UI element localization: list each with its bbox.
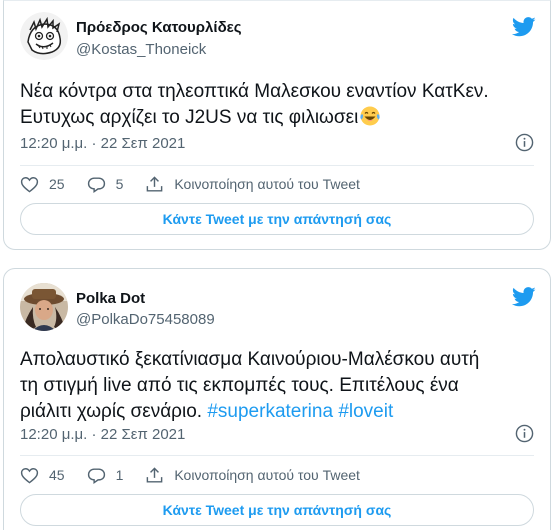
reply-count: 1 bbox=[115, 467, 124, 483]
reply-count: 5 bbox=[115, 176, 124, 192]
tweet-text-line: ριάλιτι χωρίς σενάριο. #superkaterina #l… bbox=[20, 399, 540, 425]
divider bbox=[20, 165, 534, 166]
cartoon-avatar-image bbox=[20, 12, 68, 60]
photo-avatar-image bbox=[20, 283, 68, 331]
share-label: Κοινοποίηση αυτού του Tweet bbox=[174, 176, 360, 192]
reply-count-button[interactable]: 1 bbox=[87, 466, 124, 485]
tweet-text: Νέα κόντρα στα τηλεοπτικά Μαλεσκου εναντ… bbox=[20, 79, 540, 131]
heart-icon bbox=[20, 176, 39, 193]
author-handle[interactable]: @Kostas_Thoneick bbox=[76, 41, 206, 58]
share-icon bbox=[147, 175, 163, 192]
reply-tweet-button[interactable]: Κάντε Tweet με την απάντησή σας bbox=[20, 494, 534, 526]
like-count: 25 bbox=[49, 176, 65, 192]
tweet-card[interactable]: Polka Dot @PolkaDo75458089 Απολαυστικό ξ… bbox=[3, 268, 551, 530]
timestamp[interactable]: 12:20 μ.μ. · 22 Σεπ 2021 bbox=[20, 426, 185, 443]
twitter-bird-icon[interactable] bbox=[512, 287, 536, 307]
reply-bubble-icon bbox=[87, 176, 105, 193]
heart-icon bbox=[20, 467, 39, 484]
reply-tweet-button[interactable]: Κάντε Tweet με την απάντησή σας bbox=[20, 203, 534, 235]
avatar[interactable] bbox=[20, 12, 68, 60]
like-button[interactable]: 25 bbox=[20, 175, 65, 194]
avatar[interactable] bbox=[20, 283, 68, 331]
like-count: 45 bbox=[49, 467, 65, 483]
tweet-text-line: Απολαυστικό ξεκατίνιασμα Καινούριου-Μαλέ… bbox=[20, 349, 480, 370]
reply-bubble-icon bbox=[87, 467, 105, 484]
tweet-text-line: τη στιγμή live από τις εκπομπές τους. Επ… bbox=[20, 375, 459, 396]
tweet-text-segment: ριάλιτι χωρίς σενάριο. bbox=[20, 401, 203, 422]
like-button[interactable]: 45 bbox=[20, 466, 65, 485]
author-name[interactable]: Πρόεδρος Κατουρλίδες bbox=[76, 19, 242, 36]
share-label: Κοινοποίηση αυτού του Tweet bbox=[174, 467, 360, 483]
share-button[interactable]: Κοινοποίηση αυτού του Tweet bbox=[145, 175, 360, 194]
info-icon[interactable] bbox=[515, 424, 534, 443]
tweet-text-line: Ευτυχως αρχίζει το J2US να τις φιλιωσει bbox=[20, 105, 540, 131]
hashtag-link[interactable]: #superkaterina bbox=[207, 401, 333, 422]
action-bar: 25 5 Κοινοποίηση αυτού του Tweet bbox=[20, 173, 534, 195]
share-button[interactable]: Κοινοποίηση αυτού του Tweet bbox=[145, 466, 360, 485]
share-icon bbox=[147, 466, 163, 483]
reply-count-button[interactable]: 5 bbox=[87, 175, 124, 194]
author-name[interactable]: Polka Dot bbox=[76, 290, 145, 307]
timestamp[interactable]: 12:20 μ.μ. · 22 Σεπ 2021 bbox=[20, 135, 185, 152]
tweet-card[interactable]: Πρόεδρος Κατουρλίδες @Kostas_Thoneick Νέ… bbox=[3, 0, 551, 250]
hashtag-link[interactable]: #loveit bbox=[338, 401, 393, 422]
action-bar: 45 1 Κοινοποίηση αυτού του Tweet bbox=[20, 464, 534, 486]
twitter-bird-icon[interactable] bbox=[512, 17, 536, 37]
info-icon[interactable] bbox=[515, 133, 534, 152]
tweet-text-segment: Ευτυχως αρχίζει το J2US να τις φιλιωσει bbox=[20, 107, 359, 128]
author-handle[interactable]: @PolkaDo75458089 bbox=[76, 311, 215, 328]
tweet-text-line: Νέα κόντρα στα τηλεοπτικά Μαλεσκου εναντ… bbox=[20, 81, 489, 102]
tweet-text: Απολαυστικό ξεκατίνιασμα Καινούριου-Μαλέ… bbox=[20, 347, 540, 425]
face-with-tears-of-joy-icon bbox=[360, 106, 380, 126]
divider bbox=[20, 455, 534, 456]
